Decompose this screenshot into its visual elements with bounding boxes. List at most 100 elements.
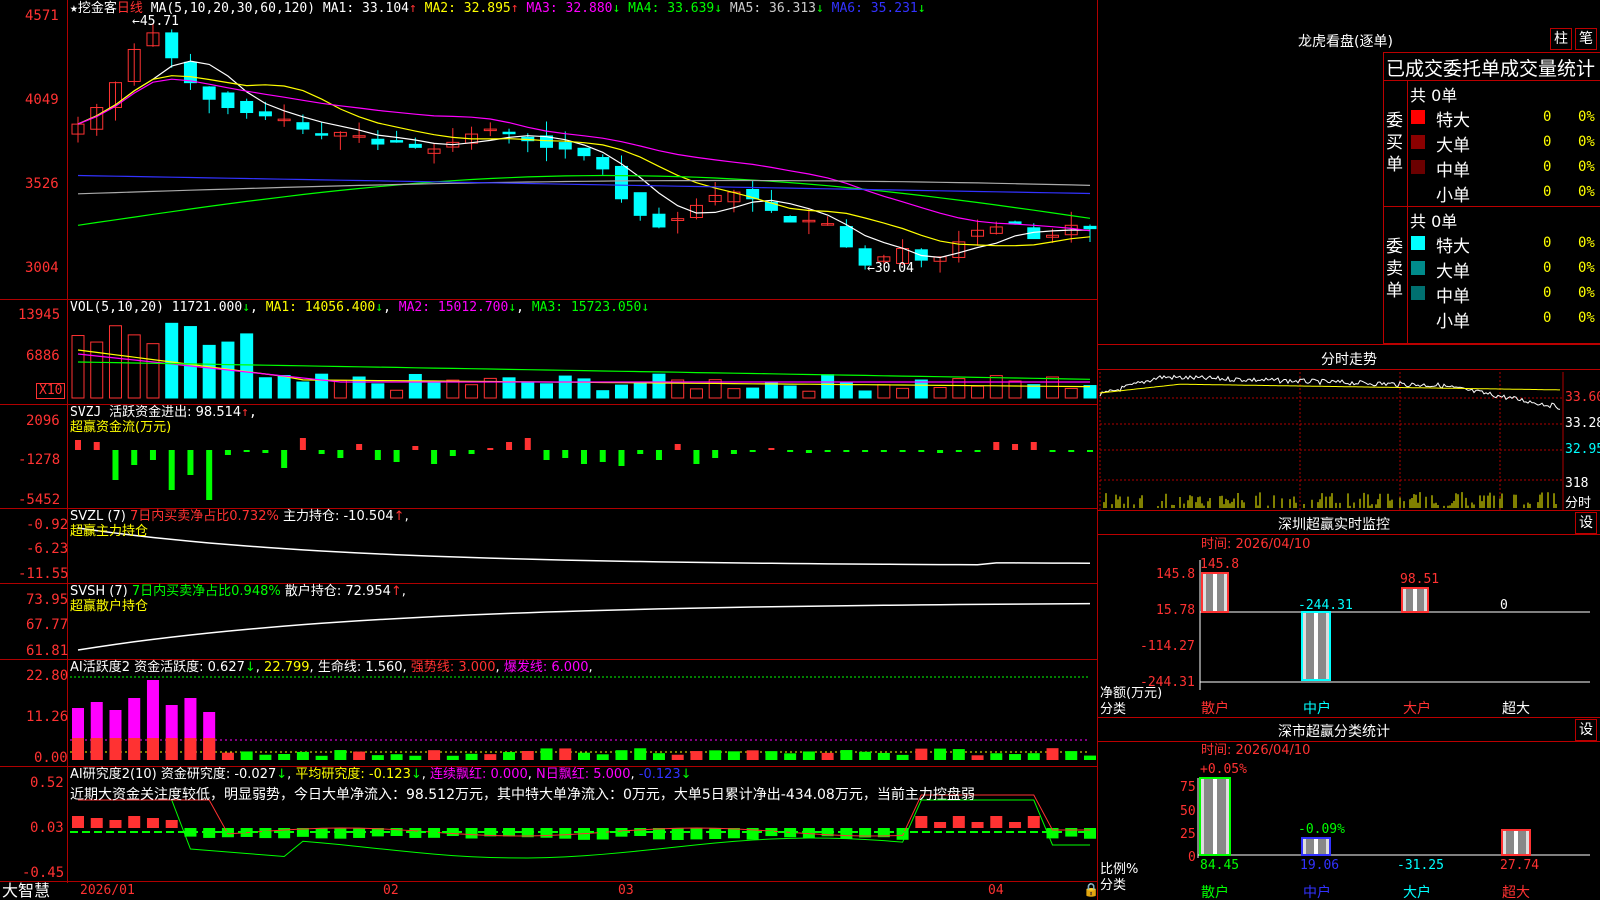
fundflow-bar xyxy=(618,450,625,466)
order-size-label: 中单 xyxy=(1436,287,1470,307)
intraday-chart xyxy=(1099,372,1564,510)
activity-bar xyxy=(671,754,684,760)
order-count: 0 xyxy=(1543,184,1552,200)
fundflow-bar xyxy=(581,450,587,464)
lock-icon[interactable]: 🔒 xyxy=(1083,883,1099,899)
intraday-price-tick: 33.60 xyxy=(1565,390,1600,405)
fundflow-bar xyxy=(112,450,119,480)
volume-bar xyxy=(165,322,179,399)
brand-logo[interactable]: 大智慧 xyxy=(2,882,50,900)
sz-monitor-bars xyxy=(1199,560,1590,690)
fundflow-bar xyxy=(674,444,681,450)
order-size-label: 中单 xyxy=(1436,161,1470,181)
candle-body xyxy=(202,86,216,100)
kline-chart-area[interactable] xyxy=(0,0,1600,900)
order-count: 0 xyxy=(1543,109,1552,125)
order-percent: 0% xyxy=(1578,260,1595,276)
activity-bar xyxy=(990,753,1003,760)
svzj-bars xyxy=(75,438,1093,500)
sell-orders-label: 委卖单 xyxy=(1386,237,1403,301)
volume-bar xyxy=(258,377,272,399)
fundflow-bar xyxy=(224,450,231,455)
activity-bar xyxy=(915,748,928,760)
fundflow-bar xyxy=(899,450,906,452)
x-axis-label: 03 xyxy=(618,883,634,898)
market-value-label: 27.74 xyxy=(1500,858,1540,873)
fundflow-bar xyxy=(524,438,531,450)
fundflow-bar xyxy=(749,450,756,452)
order-color-swatch xyxy=(1411,135,1425,149)
market-value-label: 19.06 xyxy=(1300,858,1340,873)
volume-bar xyxy=(1046,376,1060,399)
tick-mode-button[interactable]: 笔 xyxy=(1575,28,1597,50)
market-cat-label: 中户 xyxy=(1303,885,1331,900)
sz-axis-cat: 分类 xyxy=(1100,702,1127,717)
sz-axis-tick: 145.8 xyxy=(1156,567,1196,582)
order-count: 0 xyxy=(1543,260,1552,276)
candle-body xyxy=(408,143,422,148)
research-bar xyxy=(671,828,684,840)
dragon-header: 已成交委托单成交量统计 xyxy=(1386,58,1596,80)
order-percent: 0% xyxy=(1578,285,1595,301)
fundflow-bar xyxy=(768,448,775,450)
intraday-price-tick: 33.28 xyxy=(1565,416,1600,431)
svzj-axis-tick: 2096 xyxy=(26,413,60,429)
fundflow-bar xyxy=(243,450,250,452)
vol-title: VOL(5,10,20) 11721.000↓, MA1: 14056.400↓… xyxy=(70,300,650,315)
favorite-star-icon[interactable]: ★ xyxy=(70,1,78,16)
bar-mode-button[interactable]: 柱 xyxy=(1550,28,1572,50)
svzj-subtitle: 超赢资金流(万元) xyxy=(70,420,172,435)
activity-bar xyxy=(278,753,291,760)
volume-bar xyxy=(183,326,197,399)
candle-body xyxy=(652,213,666,228)
ai-active-axis-tick: 22.80 xyxy=(26,668,69,684)
intraday-avg-line xyxy=(1099,383,1560,394)
volume-bar xyxy=(521,382,535,399)
sell-total: 共 0单 xyxy=(1410,212,1458,231)
market-value-label: 84.45 xyxy=(1200,858,1240,873)
candle-body xyxy=(315,133,329,136)
fundflow-bar xyxy=(131,450,138,465)
research-bar xyxy=(72,816,84,828)
market-top-label: -0.09% xyxy=(1298,822,1345,837)
order-color-swatch xyxy=(1411,311,1425,325)
candle-body xyxy=(1083,225,1097,230)
candle-body xyxy=(258,111,272,117)
svzj-title: SVZJ 活跃资金进出: 98.514↑, xyxy=(70,405,257,420)
candle-body xyxy=(558,142,572,150)
fundflow-bar xyxy=(862,450,869,452)
fundflow-bar xyxy=(805,450,812,453)
fundflow-bar xyxy=(318,450,325,454)
fundflow-bar xyxy=(149,450,156,460)
fundflow-bar xyxy=(468,450,475,454)
volume-bar xyxy=(146,343,160,399)
ai-research-axis-tick: -0.45 xyxy=(22,865,65,881)
fundflow-bar xyxy=(955,450,962,452)
market-settings-button[interactable]: 设 xyxy=(1575,719,1597,741)
fundflow-bar xyxy=(712,450,719,458)
svsh-subtitle: 超赢散户持仓 xyxy=(70,599,149,614)
vol-unit-badge[interactable]: X10 xyxy=(36,383,66,399)
volume-bar xyxy=(633,382,647,399)
fundflow-bar xyxy=(1030,442,1037,450)
main-chart-title: ★挖金客日线 MA(5,10,20,30,60,120) MA1: 33.104… xyxy=(70,1,926,17)
price-axis-tick: 4049 xyxy=(25,92,59,108)
volume-bar xyxy=(371,383,385,399)
ai-active-axis-tick: 11.26 xyxy=(26,709,69,725)
activity-bar xyxy=(802,751,815,760)
ai-research-axis-tick: 0.03 xyxy=(30,820,64,836)
vol-axis-tick: 13945 xyxy=(18,307,61,323)
research-bar xyxy=(952,816,965,828)
fundflow-bar xyxy=(1068,450,1075,452)
activity-bar xyxy=(709,750,722,760)
market-axis-tick: 50 xyxy=(1180,804,1196,819)
down-arrow-icon: ↓ xyxy=(917,1,926,16)
activity-bar xyxy=(390,754,403,760)
activity-bar xyxy=(353,751,366,760)
svzl-title: SVZL (7) 7日内买卖净占比0.732% 主力持仓: -10.504↑, xyxy=(70,509,409,524)
activity-bar xyxy=(596,754,609,760)
volume-bar xyxy=(240,333,254,399)
activity-bar xyxy=(165,738,178,760)
sz-settings-button[interactable]: 设 xyxy=(1575,512,1597,534)
fundflow-bar xyxy=(506,442,513,450)
